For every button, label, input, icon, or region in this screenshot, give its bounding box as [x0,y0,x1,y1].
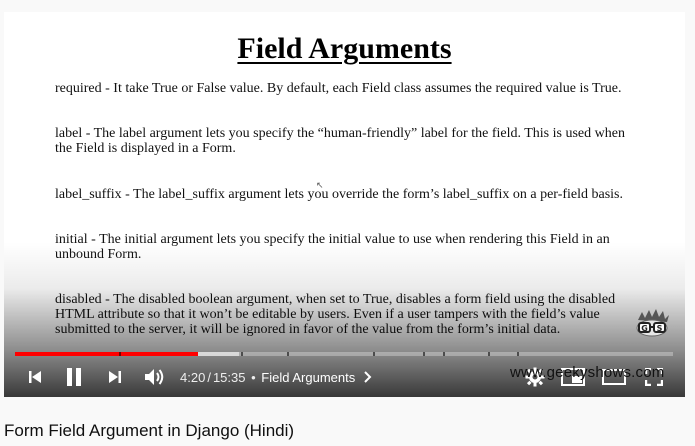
slide-title: Field Arguments [237,32,452,65]
mouse-cursor-icon: ↖ [316,181,324,191]
pause-button[interactable] [61,362,87,392]
slide-watermark: www.geekyshows.com [510,364,665,381]
progress-played [15,352,198,356]
previous-button[interactable] [22,362,48,392]
chevron-right-icon [364,371,372,383]
current-time: 4:20 [180,370,206,385]
chapter-marker [373,352,375,356]
chapter-marker [241,352,243,356]
slide-paragraph-required: required - It take True or False value. … [55,81,622,96]
slide-paragraph-label: label - The label argument lets you spec… [55,126,625,156]
chapter-title-button[interactable]: Field Arguments [261,370,373,385]
skip-next-icon [109,371,121,383]
slide-paragraph-initial: initial - The initial argument lets you … [55,232,610,262]
video-player[interactable]: Field Arguments required - It take True … [4,12,685,397]
skip-previous-icon [29,371,41,383]
chapter-marker [517,352,519,356]
chapter-title: Field Arguments [261,370,356,385]
volume-icon [145,369,164,385]
mute-button[interactable] [142,362,168,392]
video-title: Form Field Argument in Django (Hindi) [4,421,295,440]
chapter-marker [488,352,490,356]
geeky-shows-mascot-icon: G S [632,308,672,338]
duration: 15:35 [212,370,246,385]
slide-paragraph-label-suffix: label_suffix - The label_suffix argument… [55,187,624,202]
time-display: 4:20/15:35 • Field Arguments [180,370,373,385]
time-separator: / [207,370,211,385]
svg-text:S: S [657,324,663,333]
chapter-marker [423,352,425,356]
svg-text:G: G [641,324,648,333]
pause-icon [67,368,81,386]
slide-paragraph-disabled: disabled - The disabled boolean argument… [55,292,616,337]
next-button[interactable] [102,362,128,392]
progress-bar[interactable] [15,352,673,356]
chapter-marker [287,352,289,356]
chapter-marker [119,352,121,356]
chapter-marker [443,352,445,356]
chapter-bullet: • [251,370,256,385]
